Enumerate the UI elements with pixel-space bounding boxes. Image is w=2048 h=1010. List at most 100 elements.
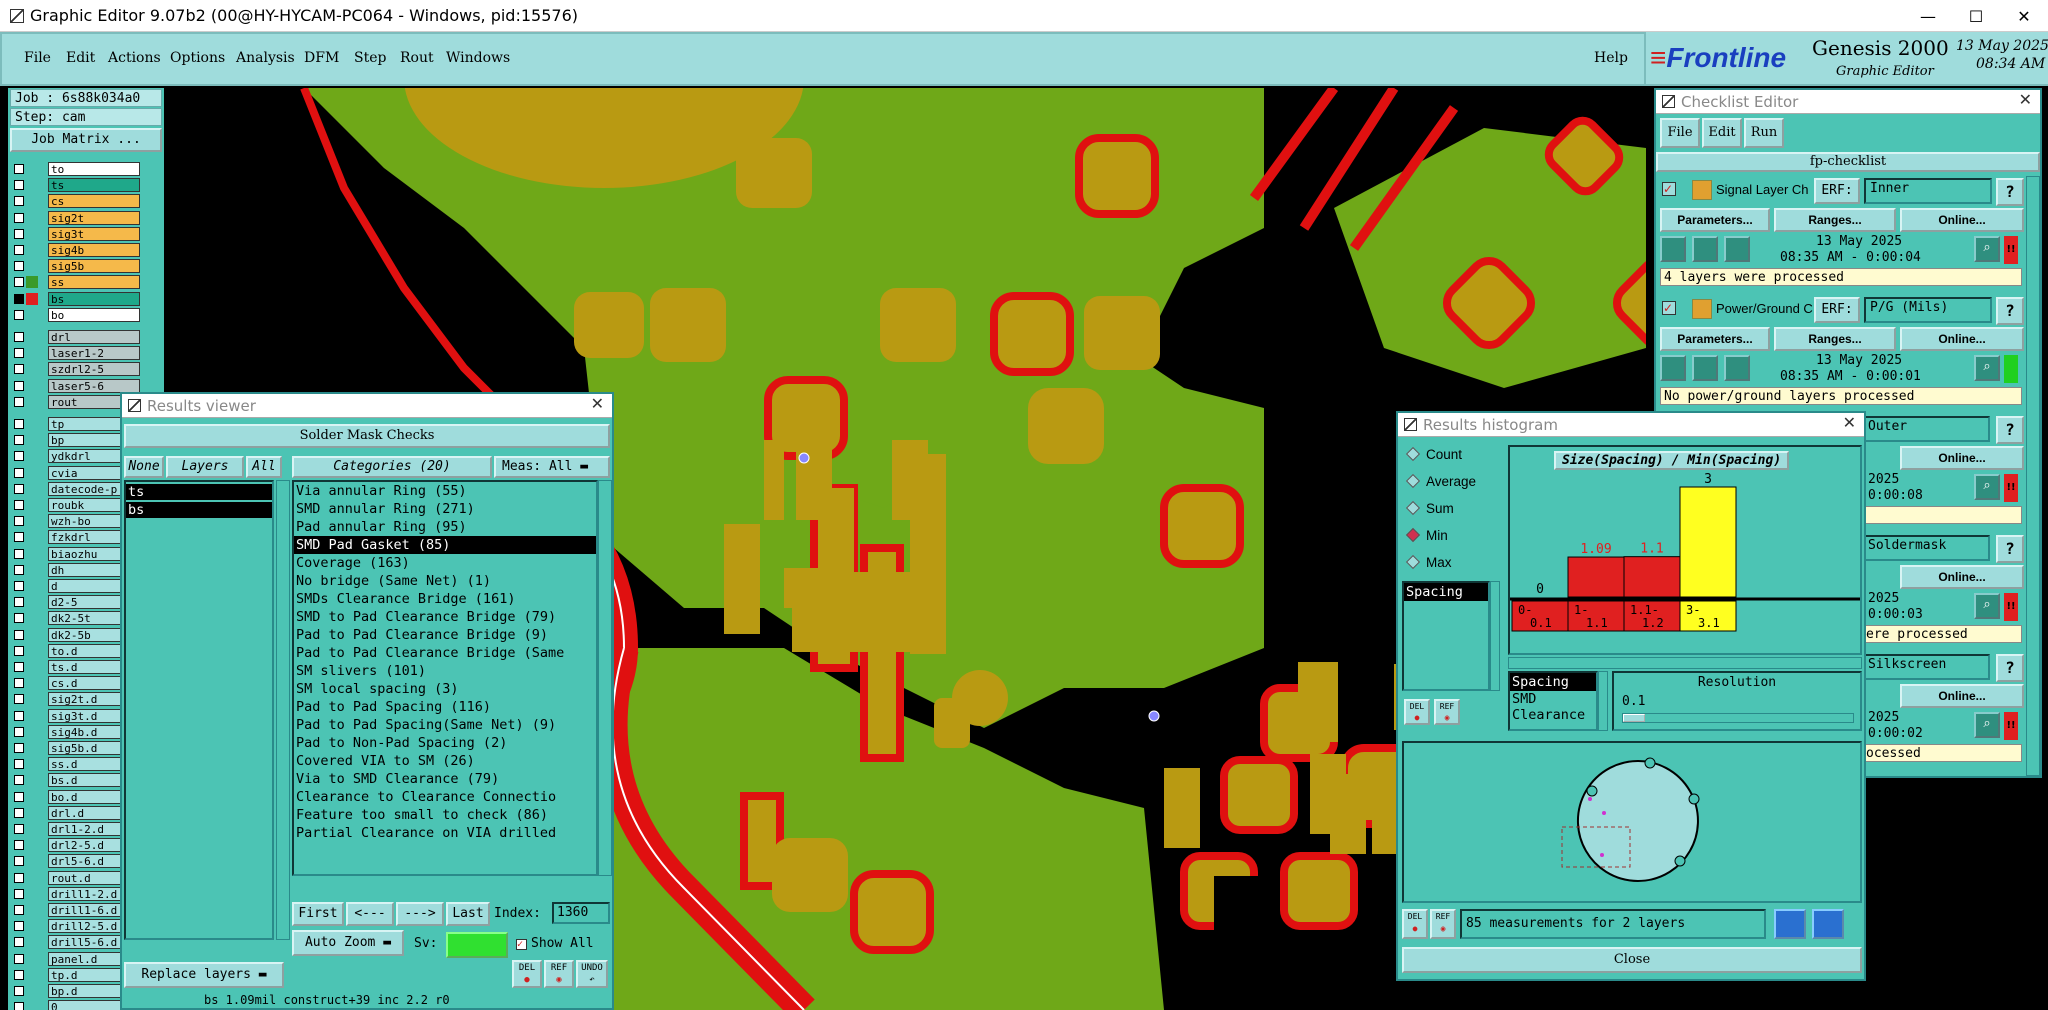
help-button[interactable]: ? xyxy=(1996,297,2024,325)
layer-row[interactable]: szdrl2-5 xyxy=(8,362,158,377)
layer-visibility-checkbox[interactable] xyxy=(14,969,24,980)
layer-row[interactable]: cs xyxy=(8,194,158,209)
close-icon[interactable]: ✕ xyxy=(2019,90,2032,109)
category-list-item[interactable]: Clearance to Clearance Connectio xyxy=(294,788,596,806)
measure-list[interactable]: Spacing xyxy=(1402,581,1490,691)
layers-scrollbar[interactable] xyxy=(276,480,290,940)
menu-step[interactable]: Step xyxy=(354,50,386,66)
layer-row[interactable]: bo xyxy=(8,307,158,322)
menu-rout[interactable]: Rout xyxy=(400,50,434,66)
layer-visibility-checkbox[interactable] xyxy=(14,348,24,359)
layer-visibility-checkbox[interactable] xyxy=(14,710,24,721)
layer-visibility-checkbox[interactable] xyxy=(14,309,24,320)
category-list-item[interactable]: Via annular Ring (55) xyxy=(294,482,596,500)
layer-row[interactable]: ss xyxy=(8,275,158,290)
none-button[interactable]: None xyxy=(124,456,164,478)
category-list-item[interactable]: Coverage (163) xyxy=(294,554,596,572)
checklist-editor-titlebar[interactable]: Checklist Editor ✕ xyxy=(1656,90,2040,114)
ranges-button[interactable]: Ranges... xyxy=(1774,208,1896,232)
layer-visibility-checkbox[interactable] xyxy=(14,364,24,375)
mode-radio-count[interactable]: Count xyxy=(1405,446,1462,462)
hist-del-button[interactable]: DEL ● xyxy=(1404,699,1430,725)
show-all-checkbox[interactable]: ✓ Show All xyxy=(516,936,594,951)
menu-file[interactable]: File xyxy=(24,50,51,66)
category-list-item[interactable]: Pad to Non-Pad Spacing (2) xyxy=(294,734,596,752)
layer-visibility-checkbox[interactable] xyxy=(14,435,24,446)
undo-button[interactable]: UNDO ↶ xyxy=(576,960,608,988)
layer-row[interactable]: laser1-2 xyxy=(8,346,158,361)
results-viewer-titlebar[interactable]: Results viewer ✕ xyxy=(122,394,612,418)
category-list-item[interactable]: Pad to Pad Clearance Bridge (Same xyxy=(294,644,596,662)
parameters-button[interactable]: Parameters... xyxy=(1660,327,1770,351)
layer-visibility-checkbox[interactable] xyxy=(14,380,24,391)
layer-visibility-checkbox[interactable] xyxy=(14,597,24,608)
ranges-button[interactable]: Ranges... xyxy=(1774,327,1896,351)
menu-windows[interactable]: Windows xyxy=(446,50,510,66)
erf-button[interactable]: ERF: xyxy=(1814,297,1860,323)
layer-visibility-checkbox[interactable] xyxy=(14,872,24,883)
preview-ref-button[interactable]: REF ◉ xyxy=(1430,909,1456,939)
category-list-item[interactable]: Covered VIA to SM (26) xyxy=(294,752,596,770)
run-selected-icon[interactable] xyxy=(1692,236,1718,262)
close-button[interactable]: ✕ xyxy=(2000,0,2048,32)
layer-row[interactable]: bs xyxy=(8,291,158,306)
erf-field[interactable]: Inner xyxy=(1864,178,1992,204)
zoom-icon[interactable]: ⌕ xyxy=(1974,474,2000,500)
layer-visibility-checkbox[interactable] xyxy=(14,532,24,543)
online-button[interactable]: Online... xyxy=(1900,684,2024,708)
layer-visibility-checkbox[interactable] xyxy=(14,396,24,407)
all-button[interactable]: All xyxy=(246,456,282,478)
layer-visibility-checkbox[interactable] xyxy=(14,905,24,915)
close-icon[interactable]: ✕ xyxy=(1843,413,1856,432)
layer-visibility-checkbox[interactable] xyxy=(14,645,24,656)
layer-row[interactable]: ts xyxy=(8,178,158,193)
online-button[interactable]: Online... xyxy=(1900,208,2024,232)
layer-visibility-checkbox[interactable] xyxy=(14,840,24,851)
erf-field[interactable]: P/G (Mils) xyxy=(1864,297,1992,323)
results-histogram-titlebar[interactable]: Results histogram ✕ xyxy=(1398,413,1864,437)
category-list-item[interactable]: Feature too small to check (86) xyxy=(294,806,596,824)
menu-analysis[interactable]: Analysis xyxy=(236,50,295,66)
layer-row[interactable]: sig4b xyxy=(8,243,158,257)
layer-row[interactable]: drl xyxy=(8,330,158,344)
checklist-scrollbar[interactable] xyxy=(2026,176,2040,776)
layer-row[interactable]: sig5b xyxy=(8,259,158,274)
mode-radio-max[interactable]: Max xyxy=(1405,554,1452,570)
mode-radio-average[interactable]: Average xyxy=(1405,473,1476,489)
layer-row[interactable]: laser5-6 xyxy=(8,378,158,393)
layer-row[interactable]: sig2t xyxy=(8,210,158,225)
item-enable-checkbox[interactable]: ✓ xyxy=(1662,182,1676,196)
menu-help[interactable]: Help xyxy=(1594,50,1628,66)
histogram-close-button[interactable]: Close xyxy=(1402,947,1862,973)
category-list-item[interactable]: SMD annular Ring (271) xyxy=(294,500,596,518)
close-icon[interactable]: ✕ xyxy=(591,394,604,413)
layer-visibility-checkbox[interactable] xyxy=(14,419,24,429)
layer-visibility-checkbox[interactable] xyxy=(14,694,24,705)
resolution-slider[interactable] xyxy=(1622,713,1854,723)
layer-visibility-checkbox[interactable] xyxy=(14,678,24,689)
measure-scrollbar[interactable] xyxy=(1490,581,1500,691)
zoom-icon[interactable]: ⌕ xyxy=(1974,236,2000,262)
run-all-icon[interactable] xyxy=(1724,236,1750,262)
layer-visibility-checkbox[interactable] xyxy=(14,791,24,802)
categories-scrollbar[interactable] xyxy=(598,480,612,876)
layer-visibility-checkbox[interactable] xyxy=(14,548,24,559)
del-button[interactable]: DEL ● xyxy=(512,960,542,988)
layer-list-item[interactable]: bs xyxy=(126,502,272,518)
layer-visibility-checkbox[interactable] xyxy=(14,451,24,462)
category-list-item[interactable]: SMD to Pad Clearance Bridge (79) xyxy=(294,608,596,626)
layer-visibility-checkbox[interactable] xyxy=(14,516,24,527)
index-input[interactable]: 1360 xyxy=(552,902,610,924)
report-icon[interactable] xyxy=(1812,909,1844,939)
menu-options[interactable]: Options xyxy=(170,50,225,66)
category-list-item[interactable]: SMDs Clearance Bridge (161) xyxy=(294,590,596,608)
layer-visibility-checkbox[interactable] xyxy=(14,1002,24,1010)
run-selected-icon[interactable] xyxy=(1692,355,1718,381)
preview-del-button[interactable]: DEL ● xyxy=(1402,909,1428,939)
layer-visibility-checkbox[interactable] xyxy=(14,775,24,786)
layer-visibility-checkbox[interactable] xyxy=(14,986,24,996)
last-button[interactable]: Last xyxy=(446,902,490,926)
layer-row[interactable]: sig3t xyxy=(8,226,158,241)
export-icon[interactable] xyxy=(1774,909,1806,939)
mode-radio-min[interactable]: Min xyxy=(1405,527,1448,543)
